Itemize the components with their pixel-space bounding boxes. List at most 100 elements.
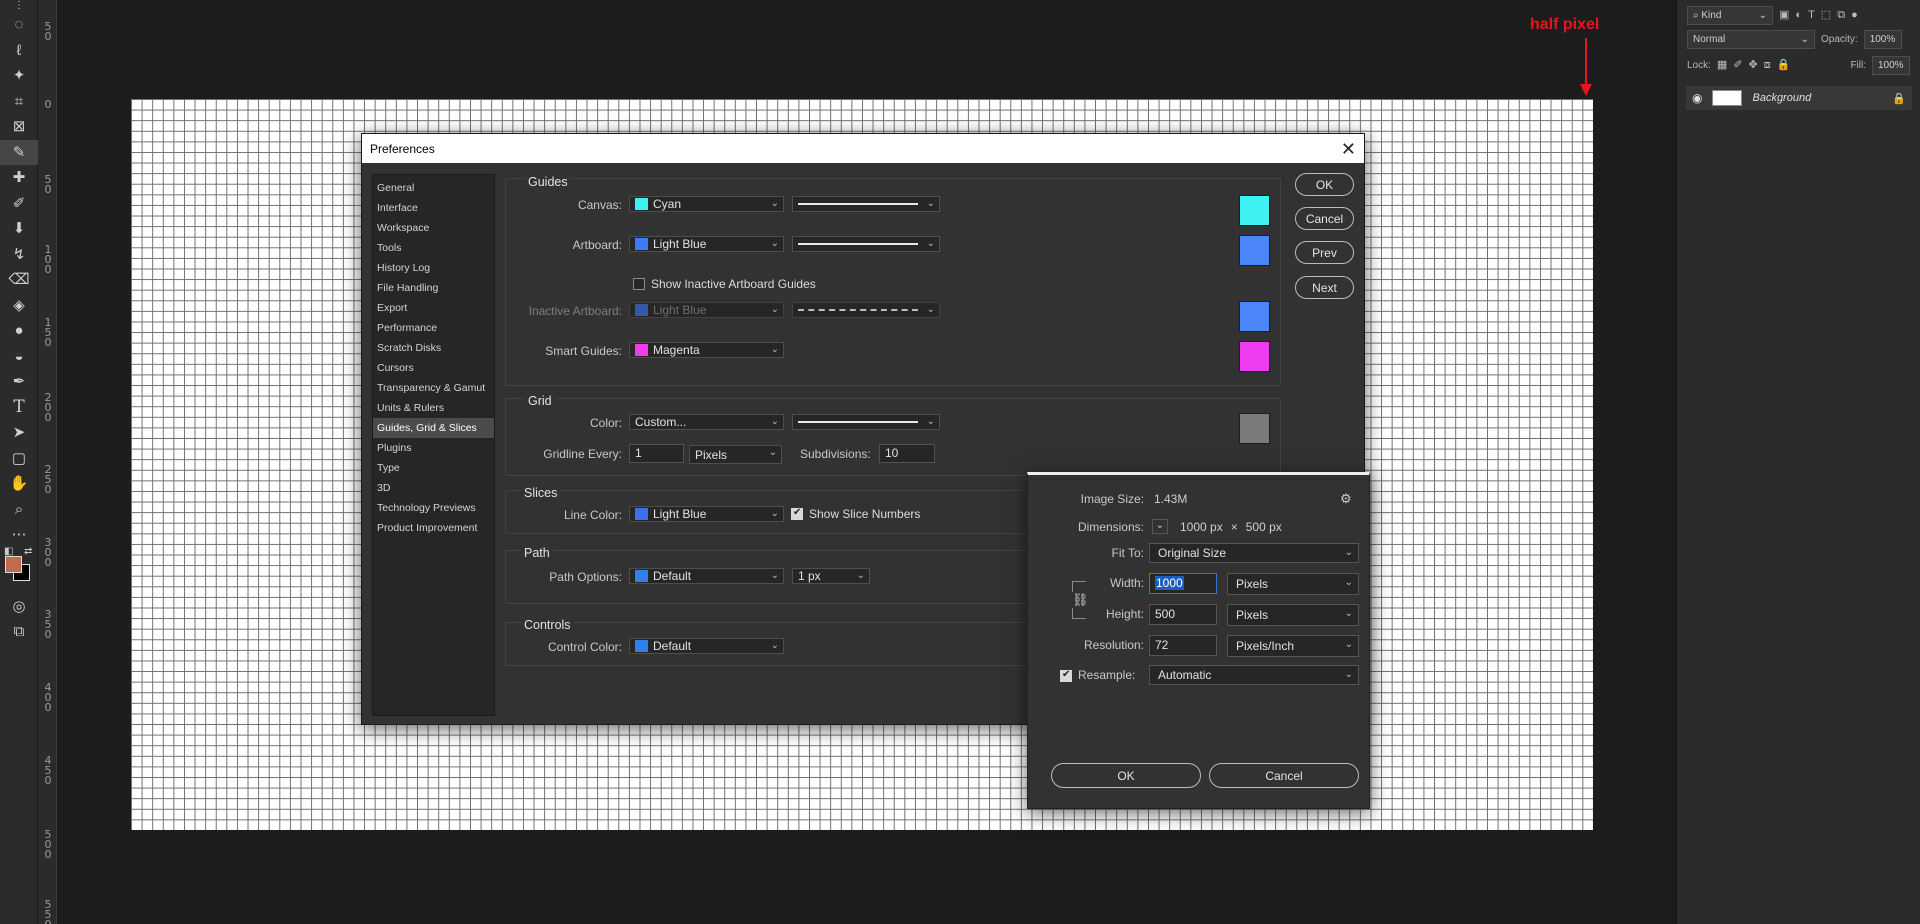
blend-mode-dropdown[interactable]: Normal ⌄ <box>1687 29 1815 49</box>
zoom-tool-icon[interactable]: ⌕ <box>0 497 38 523</box>
artboard-color-dropdown[interactable]: Light Blue ⌄ <box>629 236 784 252</box>
artboard-color-chip[interactable] <box>1239 235 1270 266</box>
screen-mode-icon[interactable]: ⧉ <box>0 619 38 645</box>
eyedropper-tool-icon[interactable]: ✎ <box>0 139 38 165</box>
lock-all-icon[interactable]: 🔒 <box>1777 59 1791 71</box>
pref-nav-item[interactable]: Scratch Disks <box>373 338 494 358</box>
height-input[interactable]: 500 <box>1149 604 1217 625</box>
pref-nav-item[interactable]: Performance <box>373 318 494 338</box>
close-icon[interactable]: ✕ <box>1341 140 1356 158</box>
constrain-proportions-link-icon[interactable]: ⛓ <box>1072 592 1089 608</box>
swap-colors-icon[interactable]: ⇄ <box>24 546 32 557</box>
grid-line-style-dropdown[interactable]: ⌄ <box>792 414 940 430</box>
pref-nav-item[interactable]: Cursors <box>373 358 494 378</box>
resample-checkbox[interactable] <box>1060 669 1072 682</box>
pref-nav-item[interactable]: History Log <box>373 258 494 278</box>
path-selection-tool-icon[interactable]: ➤ <box>0 420 38 446</box>
fit-to-dropdown[interactable]: Original Size ⌄ <box>1149 543 1359 563</box>
move-tool-icon[interactable]: ⋮ <box>0 0 38 12</box>
image-size-cancel-button[interactable]: Cancel <box>1209 763 1359 788</box>
quick-mask-icon[interactable]: ◎ <box>0 594 38 620</box>
hand-tool-icon[interactable]: ✋ <box>0 471 38 497</box>
filter-shape-icon[interactable]: ⬚ <box>1821 9 1831 21</box>
pref-nav-item[interactable]: Guides, Grid & Slices <box>373 418 494 438</box>
crop-tool-icon[interactable]: ⌗ <box>0 89 38 115</box>
paint-bucket-tool-icon[interactable]: ◈ <box>0 293 38 319</box>
pref-nav-item[interactable]: Transparency & Gamut <box>373 378 494 398</box>
filter-type-icon[interactable]: T <box>1808 9 1815 21</box>
smart-guides-color-chip[interactable] <box>1239 341 1270 372</box>
pref-nav-item[interactable]: Export <box>373 298 494 318</box>
pref-nav-item[interactable]: Product Improvement <box>373 518 494 538</box>
opacity-input[interactable]: 100% <box>1863 29 1902 49</box>
pref-nav-item[interactable]: Type <box>373 458 494 478</box>
grid-color-chip[interactable] <box>1239 413 1270 444</box>
pref-nav-item[interactable]: File Handling <box>373 278 494 298</box>
lock-artboard-icon[interactable]: ⧈ <box>1764 59 1771 71</box>
lock-transparent-icon[interactable]: ▦ <box>1717 59 1727 71</box>
stamp-tool-icon[interactable]: ⬇ <box>0 216 38 242</box>
resolution-unit-dropdown[interactable]: Pixels/Inch ⌄ <box>1227 635 1359 657</box>
height-unit-dropdown[interactable]: Pixels ⌄ <box>1227 604 1359 626</box>
brush-tool-icon[interactable]: ✐ <box>0 191 38 217</box>
lock-image-icon[interactable]: ✐ <box>1733 59 1742 71</box>
resolution-input[interactable]: 72 <box>1149 635 1217 656</box>
layer-kind-filter[interactable]: ⌕ Kind ⌄ <box>1687 5 1773 25</box>
next-button[interactable]: Next <box>1295 276 1354 299</box>
pref-nav-item[interactable]: Units & Rulers <box>373 398 494 418</box>
filter-toggle-icon[interactable]: ● <box>1851 9 1858 21</box>
fill-input[interactable]: 100% <box>1872 55 1910 75</box>
slice-line-color-dropdown[interactable]: Light Blue ⌄ <box>629 506 784 522</box>
grid-color-dropdown[interactable]: Custom... ⌄ <box>629 414 784 430</box>
magic-wand-tool-icon[interactable]: ✦ <box>0 63 38 89</box>
gridline-every-input[interactable]: 1 <box>629 444 684 463</box>
lasso-tool-icon[interactable]: ℓ <box>0 38 38 64</box>
width-input[interactable]: 1000 <box>1149 573 1217 594</box>
image-size-ok-button[interactable]: OK <box>1051 763 1201 788</box>
rectangle-tool-icon[interactable]: ▢ <box>0 446 38 472</box>
prev-button[interactable]: Prev <box>1295 241 1354 264</box>
inactive-artboard-color-chip[interactable] <box>1239 301 1270 332</box>
filter-pixel-icon[interactable]: ▣ <box>1779 9 1789 21</box>
smart-guides-color-dropdown[interactable]: Magenta ⌄ <box>629 342 784 358</box>
pref-nav-item[interactable]: Workspace <box>373 218 494 238</box>
show-slice-numbers-checkbox[interactable] <box>791 507 803 520</box>
filter-smart-object-icon[interactable]: ⧉ <box>1837 9 1845 21</box>
dimensions-toggle-chevron-icon[interactable]: ⌄ <box>1152 519 1168 534</box>
canvas-color-dropdown[interactable]: Cyan ⌄ <box>629 196 784 212</box>
eraser-tool-icon[interactable]: ⌫ <box>0 267 38 293</box>
filter-adjustment-icon[interactable]: ◐ <box>1795 9 1802 21</box>
pref-nav-item[interactable]: Technology Previews <box>373 498 494 518</box>
blur-tool-icon[interactable]: ● <box>0 318 38 344</box>
settings-gear-icon[interactable]: ⚙ <box>1340 491 1352 507</box>
dodge-tool-icon[interactable]: ◒ <box>0 344 38 370</box>
width-unit-dropdown[interactable]: Pixels ⌄ <box>1227 573 1359 595</box>
history-brush-tool-icon[interactable]: ↯ <box>0 242 38 268</box>
control-color-dropdown[interactable]: Default ⌄ <box>629 638 784 654</box>
ok-button[interactable]: OK <box>1295 173 1354 196</box>
resample-method-dropdown[interactable]: Automatic ⌄ <box>1149 665 1359 685</box>
healing-brush-tool-icon[interactable]: ✚ <box>0 165 38 191</box>
pref-nav-item[interactable]: 3D <box>373 478 494 498</box>
pen-tool-icon[interactable]: ✒ <box>0 369 38 395</box>
type-tool-icon[interactable]: T <box>0 395 38 421</box>
foreground-color-swatch[interactable] <box>5 555 22 573</box>
more-tools-icon[interactable]: ⋯ <box>0 522 38 548</box>
pref-nav-item[interactable]: Interface <box>373 198 494 218</box>
show-inactive-artboard-checkbox[interactable] <box>633 278 645 290</box>
layer-background[interactable]: ◉ Background 🔒 <box>1686 86 1912 110</box>
pref-nav-item[interactable]: Plugins <box>373 438 494 458</box>
pref-nav-item[interactable]: Tools <box>373 238 494 258</box>
path-options-dropdown[interactable]: Default ⌄ <box>629 568 784 584</box>
gridline-unit-dropdown[interactable]: Pixels ⌄ <box>689 445 782 464</box>
canvas-line-style-dropdown[interactable]: ⌄ <box>792 196 940 212</box>
lock-position-icon[interactable]: ✥ <box>1749 59 1758 71</box>
canvas-color-chip[interactable] <box>1239 195 1270 226</box>
eye-icon[interactable]: ◉ <box>1692 91 1702 105</box>
subdivisions-input[interactable]: 10 <box>879 444 935 463</box>
frame-tool-icon[interactable]: ⊠ <box>0 114 38 140</box>
pref-nav-item[interactable]: General <box>373 178 494 198</box>
path-width-dropdown[interactable]: 1 px ⌄ <box>792 568 870 584</box>
artboard-line-style-dropdown[interactable]: ⌄ <box>792 236 940 252</box>
cancel-button[interactable]: Cancel <box>1295 207 1354 230</box>
